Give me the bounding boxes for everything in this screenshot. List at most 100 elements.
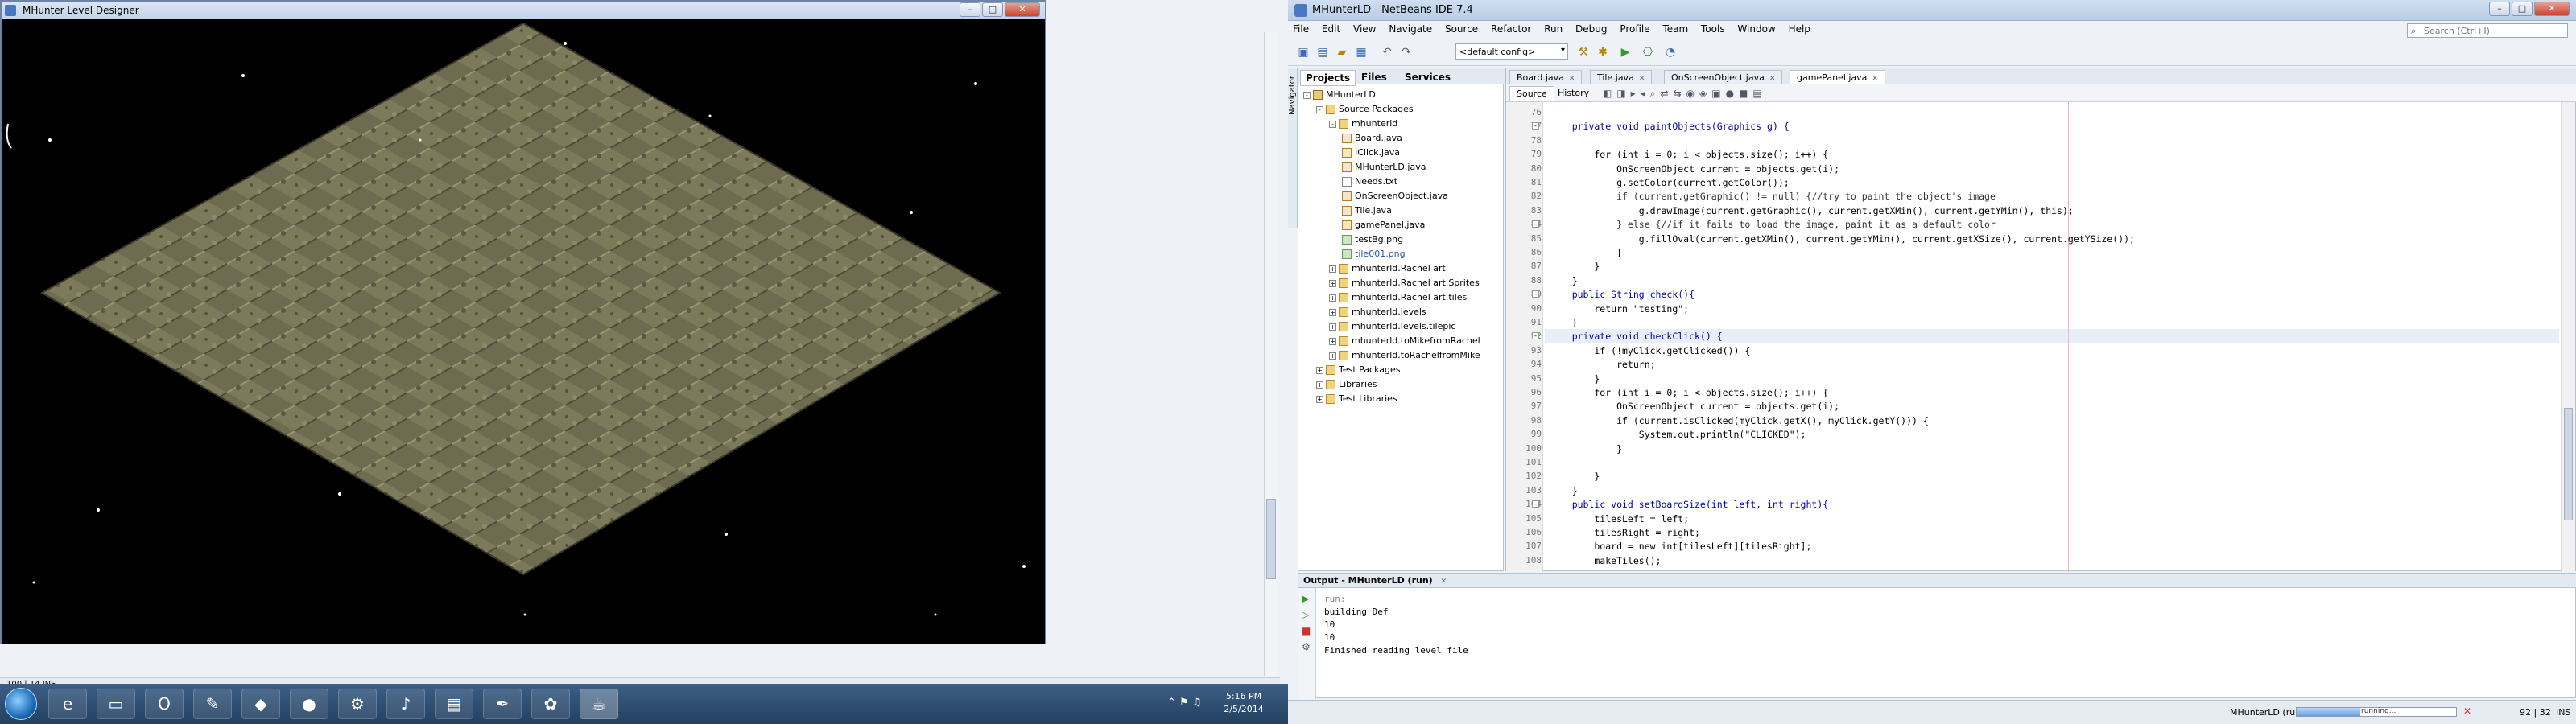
fold-toggle-icon[interactable]: -: [1532, 122, 1539, 130]
expand-icon[interactable]: +: [1329, 308, 1336, 316]
code-area[interactable]: private void paintObjects(Graphics g) { …: [1545, 102, 2559, 572]
new-file-icon[interactable]: ▤: [1314, 43, 1331, 61]
editor-tool-icons[interactable]: ◧◨▸◂⌕⇄⇆◉◈▣●■▤: [1603, 88, 1767, 100]
stop-icon[interactable]: ■: [1302, 625, 1311, 636]
redo-icon[interactable]: ↷: [1397, 43, 1415, 61]
game-title-bar[interactable]: MHunter Level Designer – □ ✕: [2, 2, 1045, 19]
writer-icon[interactable]: ✒: [483, 689, 522, 719]
close-icon[interactable]: ✕: [1872, 75, 1878, 83]
close-button[interactable]: ✕: [1005, 2, 1040, 17]
tree-item[interactable]: + mhunterld.levels.tilepic: [1329, 319, 1455, 334]
search-input[interactable]: ⌕ Search (Ctrl+I): [2407, 23, 2568, 38]
start-button[interactable]: [5, 688, 37, 720]
editor-tab-board[interactable]: Board.java ✕: [1509, 70, 1583, 84]
outlook-icon[interactable]: O: [145, 689, 184, 719]
tab-projects[interactable]: Projects: [1300, 70, 1356, 86]
expand-icon[interactable]: +: [1329, 279, 1336, 287]
save-all-icon[interactable]: ▦: [1352, 43, 1370, 61]
tab-files[interactable]: Files: [1356, 70, 1392, 84]
expand-icon[interactable]: +: [1329, 337, 1336, 345]
fold-toggle-icon[interactable]: -: [1532, 220, 1539, 228]
close-button[interactable]: ✕: [2534, 2, 2570, 16]
expand-icon[interactable]: +: [1329, 352, 1336, 360]
undo-icon[interactable]: ↶: [1378, 43, 1396, 61]
tab-source[interactable]: Source: [1509, 86, 1554, 101]
paint-icon[interactable]: ✎: [193, 689, 232, 719]
editor-tab-tile[interactable]: Tile.java ✕: [1590, 70, 1653, 84]
tree-item[interactable]: Board.java: [1342, 131, 1402, 146]
tree-item[interactable]: + mhunterld.Rachel art.tiles: [1329, 290, 1467, 305]
tree-item[interactable]: - MHunterLD: [1303, 88, 1376, 102]
collapse-icon[interactable]: -: [1329, 120, 1336, 128]
tree-item[interactable]: + mhunterld.toMikefromRachel: [1329, 334, 1480, 348]
level-canvas[interactable]: [2, 19, 1045, 644]
notepad-icon[interactable]: ▤: [435, 689, 473, 719]
collapse-icon[interactable]: -: [1303, 91, 1311, 99]
fold-toggle-icon[interactable]: -: [1532, 332, 1539, 340]
tree-item[interactable]: - mhunterld: [1329, 117, 1397, 131]
open-project-icon[interactable]: ▰: [1333, 43, 1351, 61]
minimize-button[interactable]: –: [960, 2, 980, 17]
menu-run[interactable]: Run: [1539, 21, 1567, 37]
menu-source[interactable]: Source: [1440, 21, 1483, 37]
close-icon[interactable]: ✕: [1639, 75, 1645, 83]
fold-toggle-icon[interactable]: -: [1532, 500, 1539, 508]
tree-item[interactable]: gamePanel.java: [1342, 218, 1425, 232]
clean-build-icon[interactable]: ✱: [1594, 43, 1612, 61]
virtualbox-icon[interactable]: ◆: [242, 689, 280, 719]
menu-view[interactable]: View: [1348, 21, 1381, 37]
profile-icon[interactable]: ◔: [1662, 43, 1679, 61]
menu-edit[interactable]: Edit: [1317, 21, 1345, 37]
build-icon[interactable]: ⚒: [1575, 43, 1592, 61]
tree-item[interactable]: Needs.txt: [1342, 175, 1397, 189]
close-icon[interactable]: ✕: [1769, 75, 1776, 83]
rerun-icon[interactable]: ▶: [1302, 593, 1309, 604]
itunes-icon[interactable]: ♪: [386, 689, 425, 719]
tree-item[interactable]: IClick.java: [1342, 146, 1400, 160]
flag-icon[interactable]: ⚑: [1179, 697, 1189, 709]
editor-tab-gamepanel[interactable]: gamePanel.java ✕: [1790, 70, 1885, 84]
navigator-sidebar[interactable]: Navigator: [1288, 68, 1298, 228]
rerun-with-params-icon[interactable]: ▷: [1302, 609, 1309, 620]
tree-item[interactable]: + Libraries: [1316, 377, 1377, 392]
tree-item[interactable]: Tile.java: [1342, 204, 1392, 218]
menu-refactor[interactable]: Refactor: [1486, 21, 1536, 37]
background-scrollbar[interactable]: [1264, 32, 1277, 676]
minimize-button[interactable]: –: [2489, 2, 2510, 16]
java-app-taskbar-icon[interactable]: ☕: [580, 689, 618, 719]
expand-icon[interactable]: +: [1329, 265, 1336, 273]
output-title[interactable]: Output - MHunterLD (run) ✕: [1298, 574, 2576, 588]
editor-tab-onscreenobject[interactable]: OnScreenObject.java ✕: [1664, 70, 1783, 84]
tab-history[interactable]: History: [1551, 86, 1596, 100]
chevron-up-icon[interactable]: ⌃: [1167, 697, 1176, 709]
tree-item[interactable]: tile001.png: [1342, 247, 1406, 261]
scrollbar-thumb[interactable]: [2564, 408, 2573, 520]
editor-scrollbar[interactable]: [2561, 102, 2575, 572]
tree-item[interactable]: testBg.png: [1342, 232, 1403, 247]
close-icon[interactable]: ✕: [1441, 578, 1447, 586]
menu-window[interactable]: Window: [1732, 21, 1780, 37]
tree-item[interactable]: + Test Libraries: [1316, 392, 1397, 406]
tree-item[interactable]: + mhunterld.Rachel art: [1329, 261, 1446, 276]
run-status-label[interactable]: MHunterLD (run): [2230, 707, 2304, 718]
tree-item[interactable]: MHunterLD.java: [1342, 160, 1426, 175]
scrollbar-thumb[interactable]: [1266, 499, 1276, 579]
menu-team[interactable]: Team: [1657, 21, 1693, 37]
menu-profile[interactable]: Profile: [1615, 21, 1654, 37]
config-select[interactable]: <default config> ▾: [1455, 43, 1568, 60]
gimp-icon[interactable]: ✿: [531, 689, 570, 719]
menu-help[interactable]: Help: [1784, 21, 1815, 37]
tree-item[interactable]: + mhunterld.levels: [1329, 305, 1426, 319]
internet-explorer-icon[interactable]: e: [48, 689, 87, 719]
fold-toggle-icon[interactable]: -: [1532, 290, 1539, 298]
tab-services[interactable]: Services: [1400, 70, 1455, 84]
media-player-icon[interactable]: ●: [290, 689, 328, 719]
clock[interactable]: 5:16 PM 2/5/2014: [1208, 690, 1280, 716]
new-project-icon[interactable]: ▣: [1294, 43, 1312, 61]
menu-tools[interactable]: Tools: [1696, 21, 1730, 37]
maximize-button[interactable]: □: [2512, 2, 2533, 16]
expand-icon[interactable]: +: [1316, 366, 1323, 374]
tree-item[interactable]: - Source Packages: [1316, 102, 1414, 117]
volume-icon[interactable]: ♫: [1192, 697, 1202, 709]
tool-app-icon[interactable]: ⚙: [338, 689, 377, 719]
